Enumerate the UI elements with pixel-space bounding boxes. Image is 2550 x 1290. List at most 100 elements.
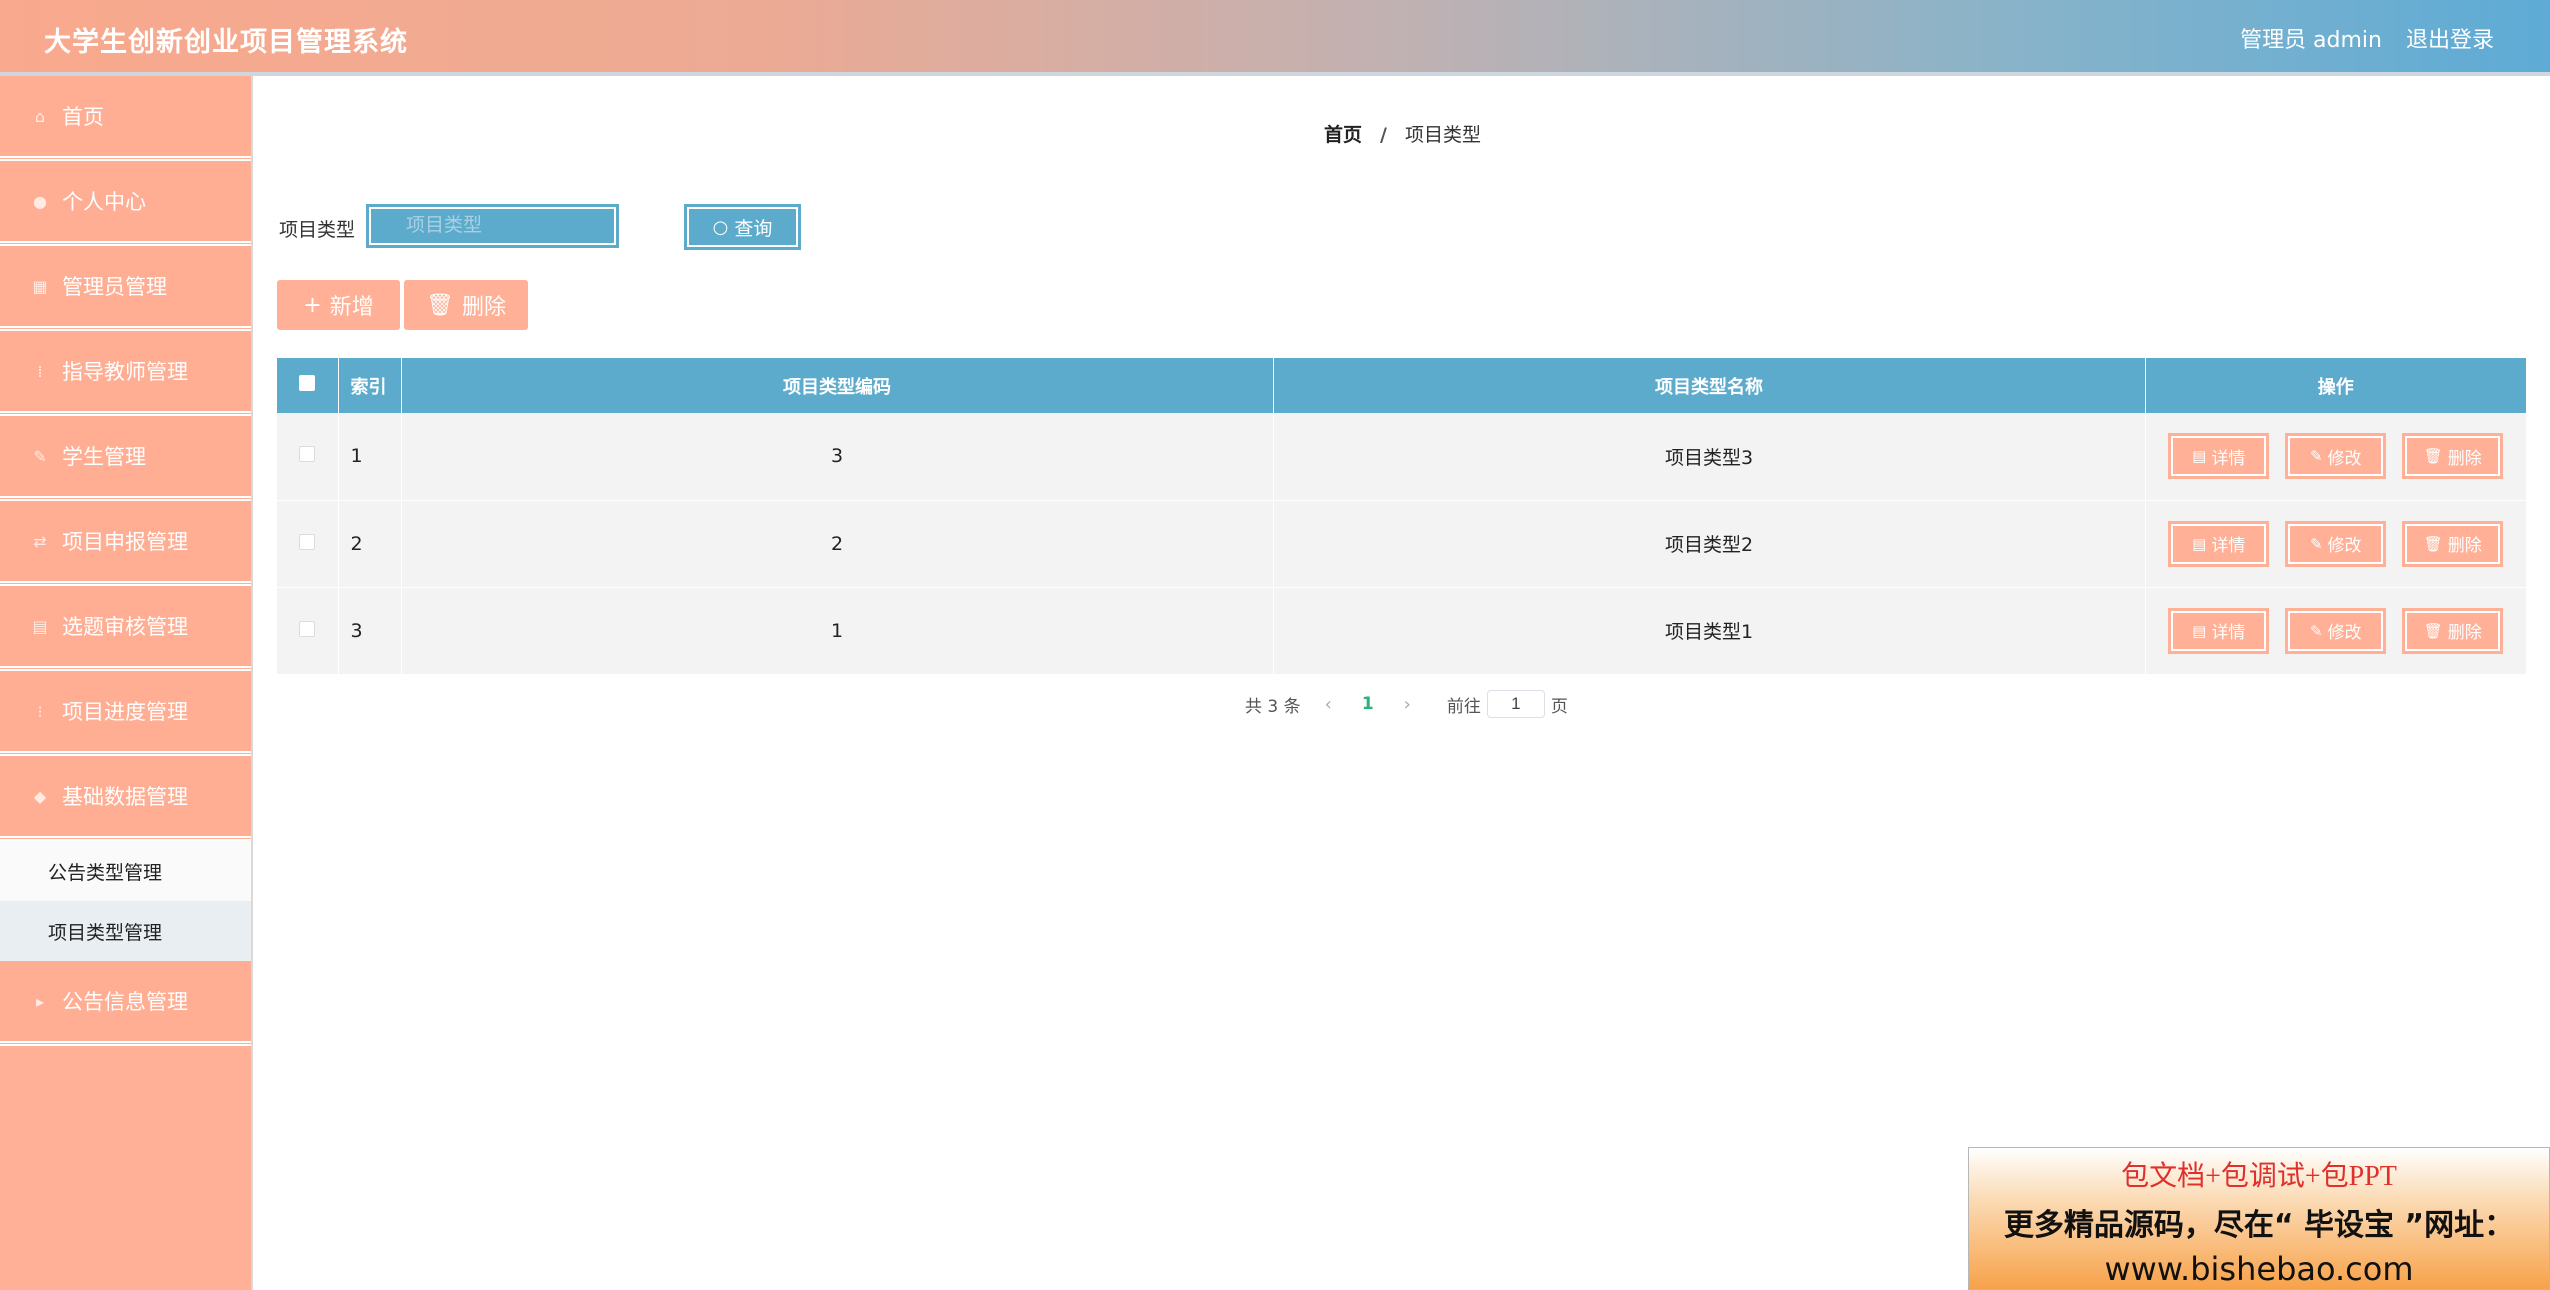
edit-label: 修改 — [2327, 448, 2362, 469]
page-number-button[interactable]: 1 — [1362, 694, 1374, 714]
search-label: 项目类型 — [279, 219, 356, 241]
sidebar-item-teacher-management[interactable]: ⁞ 指导教师管理 — [0, 331, 251, 416]
breadcrumb-separator: / — [1380, 124, 1387, 146]
cell-name: 项目类型1 — [1273, 587, 2146, 675]
project-type-table: 索引 项目类型编码 项目类型名称 操作 1 3 项目类型3 ▤ 详情 ✎ 修改 🗑︎… — [277, 358, 2527, 675]
sidebar-subitem-notice-type[interactable]: 公告类型管理 — [0, 841, 251, 901]
detail-button[interactable]: ▤ 详情 — [2168, 520, 2270, 567]
sidebar-item-project-apply-management[interactable]: ⇄ 项目申报管理 — [0, 501, 251, 586]
table-header-row: 索引 项目类型编码 项目类型名称 操作 — [277, 358, 2527, 413]
edit-icon: ✎ — [2309, 447, 2323, 466]
sidebar-item-progress-management[interactable]: ⁝ 项目进度管理 — [0, 671, 251, 756]
sidebar-item-label: 首页 — [62, 105, 104, 129]
query-button-label: 查询 — [734, 217, 773, 240]
logout-link[interactable]: 退出登录 — [2406, 22, 2494, 54]
pagination-total: 共 3 条 — [1245, 696, 1301, 717]
add-button[interactable]: + 新增 — [277, 280, 400, 330]
pagination: 共 3 条 ‹ 1 › 前往 页 — [1245, 690, 1568, 718]
watermark-line1: 包文档+包调试+包PPT — [2121, 1161, 2397, 1192]
sidebar-item-personal-center[interactable]: ● 个人中心 — [0, 161, 251, 246]
watermark-line2: 更多精品源码，尽在“ 毕设宝 ”网址： — [2003, 1208, 2515, 1243]
student-icon: ✎ — [33, 446, 47, 466]
cell-index: 2 — [338, 500, 402, 588]
batch-delete-button[interactable]: 🗑︎ 删除 — [404, 280, 528, 330]
row-checkbox[interactable] — [299, 620, 316, 637]
detail-button[interactable]: ▤ 详情 — [2168, 607, 2270, 654]
document-icon: ▤ — [2192, 621, 2207, 640]
sidebar-item-home[interactable]: ⌂ 首页 — [0, 76, 251, 161]
cell-code: 1 — [401, 587, 1274, 675]
cell-ops: ▤ 详情 ✎ 修改 🗑︎ 删除 — [2145, 413, 2527, 501]
watermark-banner: 包文档+包调试+包PPT 更多精品源码，尽在“ 毕设宝 ”网址： www.bis… — [1968, 1147, 2550, 1290]
goto-label: 前往 — [1446, 696, 1481, 717]
row-checkbox[interactable] — [299, 446, 316, 463]
sidebar-item-label: 学生管理 — [62, 445, 146, 469]
row-delete-button[interactable]: 🗑︎ 删除 — [2402, 607, 2504, 654]
breadcrumb-home[interactable]: 首页 — [1324, 124, 1362, 146]
sidebar-item-admin-management[interactable]: ▦ 管理员管理 — [0, 246, 251, 331]
progress-icon: ⁝ — [37, 701, 43, 721]
sidebar-item-label: 管理员管理 — [62, 275, 167, 299]
sidebar-item-topic-review-management[interactable]: ▤ 选题审核管理 — [0, 586, 251, 671]
notice-icon: ▸ — [35, 991, 45, 1011]
breadcrumb-current: 项目类型 — [1405, 124, 1482, 146]
goto-page-input[interactable] — [1486, 690, 1545, 718]
row-delete-button[interactable]: 🗑︎ 删除 — [2402, 433, 2504, 480]
search-input[interactable] — [366, 204, 619, 248]
chevron-right-icon[interactable]: › — [1404, 694, 1411, 715]
col-header-index: 索引 — [338, 358, 402, 413]
home-icon: ⌂ — [34, 106, 46, 126]
detail-label: 详情 — [2211, 623, 2246, 643]
main-content: 首页 / 项目类型 项目类型 ○ 查询 + 新增 🗑︎ 删除 索引 项目类型编码… — [255, 80, 2550, 1290]
row-select-cell[interactable] — [277, 587, 339, 675]
row-checkbox[interactable] — [299, 533, 316, 550]
cell-code: 3 — [401, 413, 1274, 501]
sidebar-item-label: 项目进度管理 — [62, 700, 188, 724]
detail-label: 详情 — [2211, 448, 2246, 469]
edit-label: 修改 — [2327, 536, 2362, 556]
watermark-url: www.bishebao.com — [2104, 1250, 2414, 1288]
edit-button[interactable]: ✎ 修改 — [2285, 607, 2387, 654]
query-button[interactable]: ○ 查询 — [684, 204, 801, 250]
edit-button[interactable]: ✎ 修改 — [2285, 520, 2387, 567]
cell-index: 1 — [338, 413, 402, 501]
grid-icon: ▦ — [32, 276, 48, 296]
plus-icon: + — [303, 292, 322, 318]
table-row: 2 2 项目类型2 ▤ 详情 ✎ 修改 🗑︎ 删除 — [277, 500, 2527, 588]
row-select-cell[interactable] — [277, 413, 339, 501]
sidebar-item-label: 基础数据管理 — [62, 785, 188, 809]
sidebar-item-basic-data-management[interactable]: ◆ 基础数据管理 — [0, 756, 251, 841]
row-select-cell[interactable] — [277, 500, 339, 588]
sidebar-subitem-project-type[interactable]: 项目类型管理 — [0, 901, 251, 961]
select-all-checkbox[interactable] — [299, 375, 316, 391]
sidebar-item-label: 指导教师管理 — [62, 360, 188, 384]
col-header-ops: 操作 — [2145, 358, 2527, 413]
admin-label: 管理员 admin — [2240, 28, 2382, 53]
table-row: 1 3 项目类型3 ▤ 详情 ✎ 修改 🗑︎ 删除 — [277, 413, 2527, 501]
row-delete-button[interactable]: 🗑︎ 删除 — [2402, 520, 2504, 567]
trash-icon: 🗑︎ — [2423, 534, 2443, 553]
cell-code: 2 — [401, 500, 1274, 588]
page-suffix: 页 — [1550, 696, 1568, 717]
apply-icon: ⇄ — [33, 531, 47, 551]
select-all-header[interactable] — [277, 358, 339, 413]
sidebar-item-student-management[interactable]: ✎ 学生管理 — [0, 416, 251, 501]
delete-label: 删除 — [2447, 448, 2482, 469]
delete-label: 删除 — [2447, 536, 2482, 556]
teacher-icon: ⁞ — [37, 361, 43, 381]
chevron-left-icon[interactable]: ‹ — [1325, 694, 1332, 715]
edit-icon: ✎ — [2309, 534, 2323, 553]
col-header-code: 项目类型编码 — [401, 358, 1274, 413]
search-icon: ○ — [712, 216, 729, 238]
sidebar-item-notice-management[interactable]: ▸ 公告信息管理 — [0, 961, 251, 1046]
sidebar-item-label: 项目申报管理 — [62, 530, 188, 554]
sidebar-item-label: 个人中心 — [62, 190, 146, 214]
edit-button[interactable]: ✎ 修改 — [2285, 433, 2387, 480]
add-button-label: 新增 — [329, 295, 374, 320]
sidebar-item-label: 选题审核管理 — [62, 615, 188, 639]
basic-data-submenu: 公告类型管理 项目类型管理 — [0, 841, 251, 961]
review-icon: ▤ — [32, 616, 48, 636]
detail-label: 详情 — [2211, 536, 2246, 556]
detail-button[interactable]: ▤ 详情 — [2168, 433, 2270, 480]
trash-icon: 🗑︎ — [2423, 621, 2443, 640]
